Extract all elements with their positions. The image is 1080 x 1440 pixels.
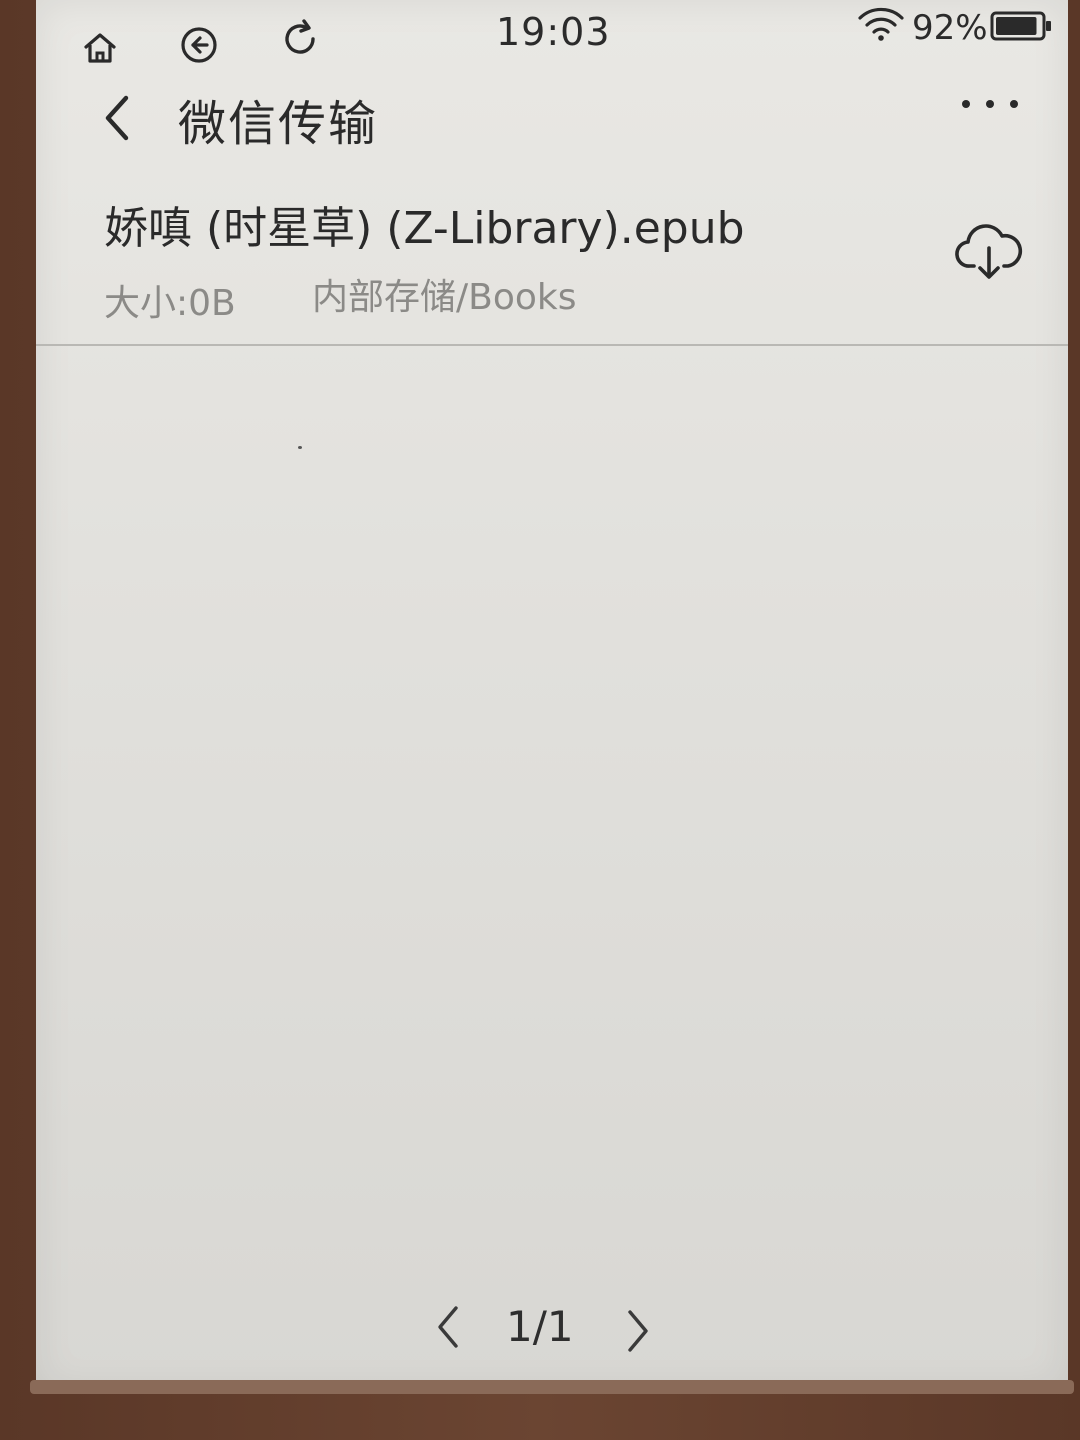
page-indicator: 1/1: [506, 1302, 574, 1351]
screen-bezel: [30, 1380, 1074, 1394]
page-prev-icon[interactable]: [434, 1304, 464, 1350]
more-horizontal-icon[interactable]: [956, 94, 1026, 114]
back-circle-icon[interactable]: [178, 24, 220, 66]
file-name: 娇嗔 (时星草) (Z-Library).epub: [104, 203, 745, 254]
file-list-item[interactable]: 娇嗔 (时星草) (Z-Library).epub 大小:0B 内部存储/Boo…: [36, 176, 1068, 346]
header: 微信传输: [36, 80, 1068, 160]
status-bar: 19:03 92%: [36, 0, 1068, 80]
device-frame: 19:03 92% 微信传输 娇嗔 (时星草) (Z-Library).epub…: [0, 0, 1080, 1440]
battery-icon: [990, 11, 1051, 41]
file-path: 内部存储/Books: [312, 277, 577, 318]
page-next-icon[interactable]: [622, 1308, 652, 1354]
battery-percent: 92%: [912, 8, 988, 48]
file-size: 大小:0B: [104, 283, 236, 324]
pagination: 1/1: [36, 1296, 1068, 1366]
refresh-icon[interactable]: [280, 18, 322, 60]
page-title: 微信传输: [178, 96, 379, 152]
clock: 19:03: [496, 10, 611, 54]
screen-speck: [298, 446, 302, 449]
e-reader-screen: 19:03 92% 微信传输 娇嗔 (时星草) (Z-Library).epub…: [36, 0, 1068, 1392]
back-chevron-icon[interactable]: [100, 92, 136, 144]
wifi-icon: [858, 7, 904, 41]
home-icon[interactable]: [80, 28, 120, 68]
cloud-download-icon[interactable]: [954, 220, 1024, 282]
